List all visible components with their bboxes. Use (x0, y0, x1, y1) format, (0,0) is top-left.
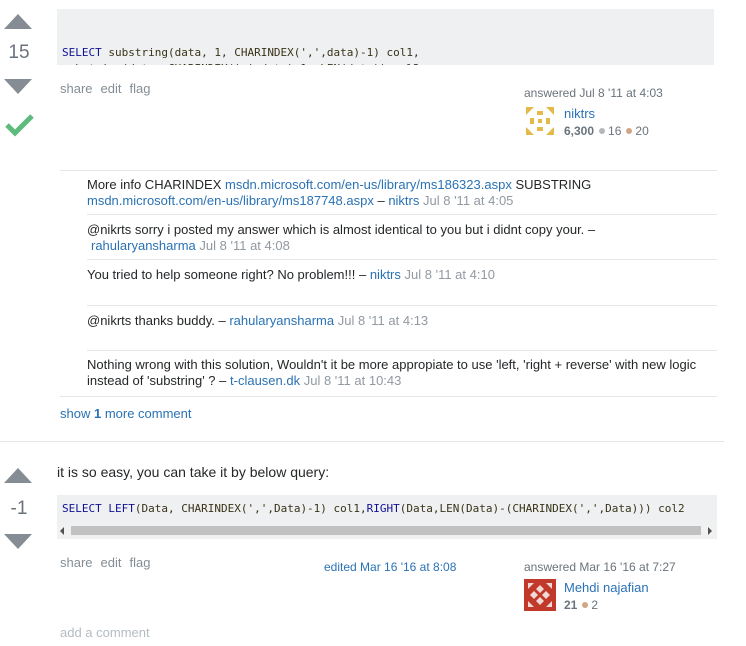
comment-divider (60, 170, 717, 171)
comment-user-link[interactable]: niktrs (370, 267, 401, 282)
code-content: SELECT substring(data, 1, CHARINDEX(',',… (62, 45, 714, 65)
show-more-comments-link[interactable]: show 1 more comment (60, 406, 192, 421)
answered-timestamp: answered Mar 16 '16 at 7:27 (524, 560, 676, 574)
user-name-link[interactable]: niktrs (564, 106, 595, 121)
bronze-badge-count: 2 (591, 598, 599, 612)
silver-badge-count: 16 (608, 124, 622, 138)
reputation-score: 6,300 (564, 124, 595, 138)
comment-text: @nikrts sorry i posted my answer which i… (87, 222, 596, 237)
comment-divider (87, 305, 717, 306)
comment-item: @nikrts thanks buddy. – rahularyansharma… (87, 313, 717, 329)
code-token: (Data,LEN(Data)-(CHARINDEX(',',Data))) c… (399, 502, 685, 515)
comment-item: @nikrts sorry i posted my answer which i… (87, 222, 717, 254)
scroll-right-icon[interactable] (708, 527, 712, 535)
comment-date: Jul 8 '11 at 4:10 (404, 267, 495, 282)
post-menu: share edit flag (60, 555, 158, 570)
code-token: substring(data, 1, CHARINDEX(',',data)-1… (101, 46, 420, 59)
edited-timestamp-link[interactable]: edited Mar 16 '16 at 8:08 (324, 560, 456, 574)
answered-timestamp: answered Jul 8 '11 at 4:03 (524, 86, 663, 100)
user-name-link[interactable]: Mehdi najafian (564, 580, 649, 595)
bronze-badge-count: 20 (635, 124, 649, 138)
edit-link[interactable]: edit (101, 81, 122, 96)
vote-count: 15 (8, 42, 30, 63)
flag-link[interactable]: flag (130, 555, 151, 570)
accepted-checkmark-icon (5, 113, 35, 137)
comment-date: Jul 8 '11 at 4:05 (423, 193, 514, 208)
comment-divider (87, 259, 717, 260)
comment-text: More info CHARINDEX (87, 177, 225, 192)
comment-item: More info CHARINDEX msdn.microsoft.com/e… (87, 177, 717, 209)
downvote-arrow-icon[interactable] (4, 79, 32, 94)
code-block: SELECT substring(data, 1, CHARINDEX(',',… (57, 9, 714, 65)
comment-user-link[interactable]: rahularyansharma (91, 238, 196, 253)
comment-date: Jul 8 '11 at 10:43 (303, 373, 402, 388)
scroll-left-icon[interactable] (60, 527, 64, 535)
user-avatar[interactable] (524, 579, 556, 611)
flag-link[interactable]: flag (130, 81, 151, 96)
add-comment-link[interactable]: add a comment (60, 625, 150, 640)
comment-text: You tried to help someone right? No prob… (87, 267, 367, 282)
comment-dash: – (373, 193, 389, 208)
user-reputation: 21 2 (564, 598, 598, 612)
code-keyword: SELECT (62, 502, 102, 515)
edit-link[interactable]: edit (101, 555, 122, 570)
answer-separator (0, 441, 724, 442)
code-content: SELECT LEFT(Data, CHARINDEX(',',Data)-1)… (62, 501, 685, 517)
user-avatar[interactable] (524, 105, 556, 137)
silver-badge-icon (599, 128, 606, 135)
code-token: substring(data, CHARINDEX(',',data)+1, L… (62, 62, 420, 65)
show-more-text: show (60, 406, 94, 421)
vote-count: -1 (10, 498, 28, 519)
code-keyword: SELECT (62, 46, 102, 59)
show-more-text: more comment (101, 406, 192, 421)
comment-divider (60, 396, 717, 397)
upvote-arrow-icon[interactable] (4, 468, 32, 483)
comment-item: Nothing wrong with this solution, Wouldn… (87, 357, 717, 389)
code-token: (Data, CHARINDEX(',',Data)-1) col1, (134, 502, 367, 515)
scrollbar-thumb[interactable] (71, 526, 701, 535)
comment-user-link[interactable]: rahularyansharma (229, 313, 334, 328)
comment-user-link[interactable]: t-clausen.dk (230, 373, 300, 388)
comment-divider (87, 350, 717, 351)
share-link[interactable]: share (60, 81, 93, 96)
comment-text: @nikrts thanks buddy. – (87, 313, 226, 328)
user-reputation: 6,300 16 20 (564, 124, 649, 138)
post-menu: share edit flag (60, 81, 158, 96)
comment-link[interactable]: msdn.microsoft.com/en-us/library/ms18632… (225, 177, 512, 192)
answer-body: it is so easy, you can take it by below … (57, 464, 330, 480)
share-link[interactable]: share (60, 555, 93, 570)
code-keyword: LEFT (108, 502, 135, 515)
code-line: SELECT substring(data, 1, CHARINDEX(',',… (62, 45, 714, 61)
code-line: substring(data, CHARINDEX(',',data)+1, L… (62, 61, 714, 65)
reputation-score: 21 (564, 598, 578, 612)
comment-divider (87, 214, 717, 215)
code-keyword: RIGHT (366, 502, 400, 515)
bronze-badge-icon (626, 128, 633, 135)
comment-text: SUBSTRING (511, 177, 592, 192)
comment-link[interactable]: msdn.microsoft.com/en-us/library/ms18774… (87, 193, 374, 208)
upvote-arrow-icon[interactable] (4, 14, 32, 29)
code-block: SELECT LEFT(Data, CHARINDEX(',',Data)-1)… (57, 495, 717, 539)
downvote-arrow-icon[interactable] (4, 534, 32, 549)
comment-item: You tried to help someone right? No prob… (87, 267, 717, 283)
comment-date: Jul 8 '11 at 4:08 (199, 238, 290, 253)
bronze-badge-icon (582, 602, 589, 609)
comment-date: Jul 8 '11 at 4:13 (337, 313, 429, 328)
comment-user-link[interactable]: niktrs (388, 193, 419, 208)
horizontal-scrollbar[interactable] (57, 524, 717, 538)
